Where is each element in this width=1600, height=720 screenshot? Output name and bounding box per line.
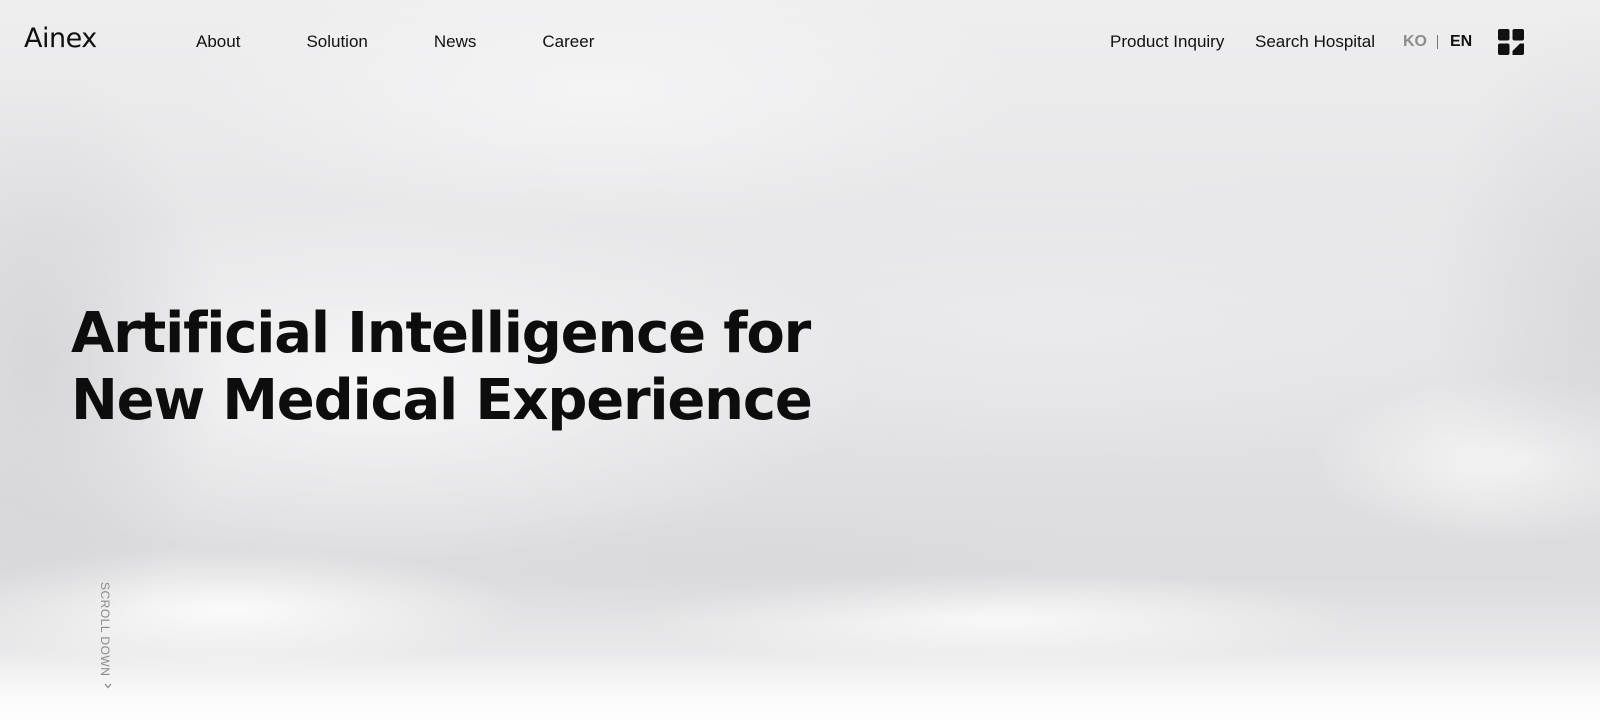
utility-nav: Product Inquiry Search Hospital KO EN (1000, 29, 1600, 55)
nav-news[interactable]: News (434, 32, 477, 52)
scroll-down-label: SCROLL DOWN (98, 582, 112, 677)
scroll-down-indicator[interactable]: SCROLL DOWN (98, 582, 118, 702)
language-en-toggle[interactable]: EN (1450, 31, 1472, 53)
search-hospital-link[interactable]: Search Hospital (1255, 31, 1375, 53)
nav-solution[interactable]: Solution (306, 32, 367, 52)
hero-title-line-1: Artificial Intelligence for (71, 301, 811, 366)
nav-career[interactable]: Career (542, 32, 594, 52)
product-inquiry-link[interactable]: Product Inquiry (1110, 31, 1224, 53)
language-divider (1437, 35, 1438, 49)
language-ko-toggle[interactable]: KO (1403, 31, 1427, 53)
hero-title-line-2: New Medical Experience (71, 368, 813, 433)
nav-about[interactable]: About (196, 32, 240, 52)
grid-menu-icon (1498, 29, 1524, 55)
hero-title: Artificial Intelligence for New Medical … (71, 300, 813, 434)
main-nav: About Solution News Career (196, 32, 594, 52)
menu-button[interactable] (1498, 29, 1524, 55)
ainex-logo[interactable]: Ainex (24, 25, 97, 52)
site-header: Ainex About Solution News Career Product… (0, 0, 1600, 84)
chevron-down-icon (104, 683, 112, 689)
